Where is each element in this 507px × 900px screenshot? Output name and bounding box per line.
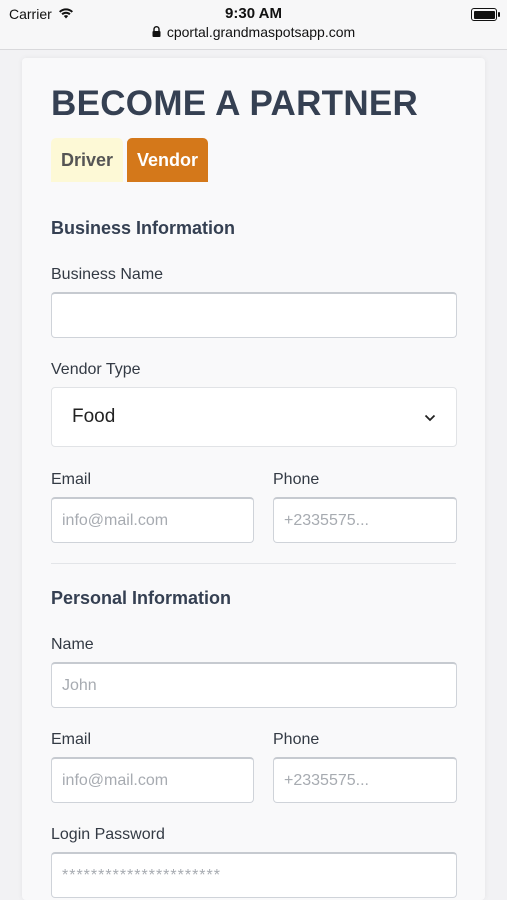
business-email-label: Email xyxy=(51,471,92,488)
chevron-down-icon xyxy=(424,406,436,428)
password-label: Login Password xyxy=(51,826,165,843)
business-phone-label: Phone xyxy=(273,471,320,488)
battery-icon xyxy=(471,8,500,21)
personal-email-label: Email xyxy=(51,731,92,748)
tab-vendor[interactable]: Vendor xyxy=(127,138,209,182)
partner-form-card: BECOME A PARTNER Driver Vendor Business … xyxy=(22,58,485,900)
section-divider xyxy=(51,563,456,564)
vendor-type-label: Vendor Type xyxy=(51,361,141,378)
business-section-title: Business Information xyxy=(51,218,236,238)
tab-driver[interactable]: Driver xyxy=(51,138,124,182)
page-title: BECOME A PARTNER xyxy=(51,84,419,123)
password-input[interactable]: ********************** xyxy=(51,852,457,898)
clock: 9:30 AM xyxy=(225,5,282,22)
vendor-type-select[interactable]: Food xyxy=(51,387,457,447)
business-email-input[interactable]: info@mail.com xyxy=(51,497,254,543)
ios-status-bar: Carrier 9:30 AM cportal.grandmaspotsapp.… xyxy=(0,0,507,50)
personal-section-title: Personal Information xyxy=(51,588,232,608)
personal-phone-input[interactable]: +2335575... xyxy=(273,757,457,803)
business-phone-input[interactable]: +2335575... xyxy=(273,497,457,543)
name-label: Name xyxy=(51,636,94,653)
url-text: cportal.grandmaspotsapp.com xyxy=(166,24,356,40)
business-name-input[interactable] xyxy=(51,292,457,338)
personal-email-input[interactable]: info@mail.com xyxy=(51,757,254,803)
partner-type-tabs: Driver Vendor xyxy=(51,138,209,182)
address-bar[interactable]: cportal.grandmaspotsapp.com xyxy=(0,24,507,40)
name-input[interactable]: John xyxy=(51,662,457,708)
business-name-label: Business Name xyxy=(51,266,164,283)
lock-icon xyxy=(152,24,161,40)
vendor-type-value: Food xyxy=(72,406,116,427)
personal-phone-label: Phone xyxy=(273,731,320,748)
